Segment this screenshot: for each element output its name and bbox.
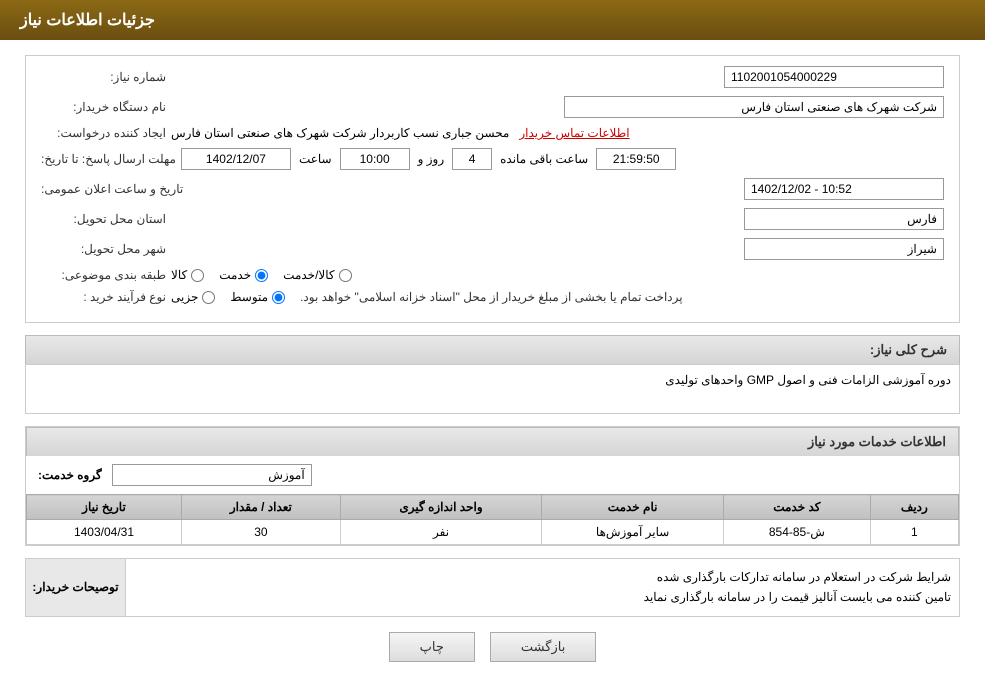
province-row: استان محل تحویل:: [41, 208, 944, 230]
buyer-notes-line2: تامین کننده می بایست آنالیز قیمت را در س…: [134, 587, 951, 607]
purchase-medium[interactable]: متوسط: [230, 290, 285, 304]
partial-label: جزیی: [171, 290, 198, 304]
both-label: کالا/خدمت: [283, 268, 334, 282]
category-option-both[interactable]: کالا/خدمت: [283, 268, 351, 282]
contact-link[interactable]: اطلاعات تماس خریدار: [519, 126, 629, 140]
back-button[interactable]: بازگشت: [490, 632, 596, 662]
service-info-title: اطلاعات خدمات مورد نیاز: [26, 427, 959, 456]
col-service-name: نام خدمت: [542, 495, 724, 520]
category-row: طبقه بندی موضوعی: کالا خدمت کالا/خدمت: [41, 268, 944, 282]
button-row: بازگشت چاپ: [25, 632, 960, 662]
need-info-section: شماره نیاز: نام دستگاه خریدار: ایجاد کنن…: [25, 55, 960, 323]
col-service-code: کد خدمت: [723, 495, 870, 520]
need-desc-content: دوره آموزشی الزامات فنی و اصول GMP واحده…: [25, 364, 960, 414]
need-number-input[interactable]: [724, 66, 944, 88]
announce-input[interactable]: [744, 178, 944, 200]
col-quantity: تعداد / مقدار: [181, 495, 340, 520]
both-radio[interactable]: [339, 269, 352, 282]
purchase-desc: پرداخت تمام یا بخشی از مبلغ خریدار از مح…: [300, 290, 683, 304]
cell-service-name: سایر آموزش‌ها: [542, 520, 724, 545]
deadline-date-input[interactable]: [181, 148, 291, 170]
need-desc-title: شرح کلی نیاز:: [25, 335, 960, 364]
buyer-notes-line1: شرایط شرکت در استعلام در سامانه تدارکات …: [134, 567, 951, 587]
buyer-notes-content: شرایط شرکت در استعلام در سامانه تدارکات …: [126, 559, 959, 616]
purchase-type-label: نوع فرآیند خرید :: [41, 290, 171, 304]
buyer-org-label: نام دستگاه خریدار:: [41, 100, 171, 114]
page-title: جزئیات اطلاعات نیاز: [20, 12, 155, 29]
cell-quantity: 30: [181, 520, 340, 545]
category-option-service[interactable]: خدمت: [219, 268, 268, 282]
buyer-org-row: نام دستگاه خریدار:: [41, 96, 944, 118]
creator-row: ایجاد کننده درخواست: محسن جباری نسب کارب…: [41, 126, 944, 140]
purchase-type-value: جزیی متوسط پرداخت تمام یا بخشی از مبلغ خ…: [171, 290, 944, 304]
table-header-row: ردیف کد خدمت نام خدمت واحد اندازه گیری ت…: [27, 495, 959, 520]
service-group-row: گروه خدمت:: [26, 456, 959, 494]
medium-label: متوسط: [230, 290, 268, 304]
table-row: 1 ش-85-854 سایر آموزش‌ها نفر 30 1403/04/…: [27, 520, 959, 545]
city-input[interactable]: [744, 238, 944, 260]
service-table: ردیف کد خدمت نام خدمت واحد اندازه گیری ت…: [26, 494, 959, 545]
need-desc-text: دوره آموزشی الزامات فنی و اصول GMP واحده…: [665, 373, 951, 387]
need-number-row: شماره نیاز:: [41, 66, 944, 88]
deadline-row: مهلت ارسال پاسخ: تا تاریخ: ساعت روز و سا…: [41, 148, 944, 170]
col-date: تاریخ نیاز: [27, 495, 182, 520]
time-label: ساعت: [299, 152, 332, 166]
city-row: شهر محل تحویل:: [41, 238, 944, 260]
remaining-time-input[interactable]: [596, 148, 676, 170]
purchase-type-row: نوع فرآیند خرید : جزیی متوسط: [41, 290, 944, 304]
col-row-num: ردیف: [870, 495, 958, 520]
group-input[interactable]: [112, 464, 312, 486]
group-label: گروه خدمت:: [38, 468, 102, 482]
goods-radio[interactable]: [191, 269, 204, 282]
city-value: [171, 238, 944, 260]
service-radio[interactable]: [255, 269, 268, 282]
announce-value: [188, 178, 944, 200]
category-options: کالا خدمت کالا/خدمت: [171, 268, 944, 282]
main-container: جزئیات اطلاعات نیاز شماره نیاز: نام دستگ…: [0, 0, 985, 692]
creator-text: محسن جباری نسب کاربردار شرکت شهرک های صن…: [171, 126, 509, 140]
cell-date: 1403/04/31: [27, 520, 182, 545]
announce-row: تاریخ و ساعت اعلان عمومی:: [41, 178, 944, 200]
remaining-label: ساعت باقی مانده: [500, 152, 588, 166]
cell-service-code: ش-85-854: [723, 520, 870, 545]
city-label: شهر محل تحویل:: [41, 242, 171, 256]
days-input[interactable]: [452, 148, 492, 170]
medium-radio[interactable]: [272, 291, 285, 304]
announce-label: تاریخ و ساعت اعلان عمومی:: [41, 182, 188, 196]
province-label: استان محل تحویل:: [41, 212, 171, 226]
province-input[interactable]: [744, 208, 944, 230]
print-button[interactable]: چاپ: [389, 632, 475, 662]
service-label: خدمت: [219, 268, 251, 282]
buyer-org-input[interactable]: [564, 96, 944, 118]
category-option-goods[interactable]: کالا: [171, 268, 204, 282]
province-value: [171, 208, 944, 230]
deadline-label: مهلت ارسال پاسخ: تا تاریخ:: [41, 152, 181, 166]
cell-row-num: 1: [870, 520, 958, 545]
creator-label: ایجاد کننده درخواست:: [41, 126, 171, 140]
buyer-notes-section: توصیحات خریدار: شرایط شرکت در استعلام در…: [25, 558, 960, 617]
deadline-value: ساعت روز و ساعت باقی مانده: [181, 148, 944, 170]
category-label: طبقه بندی موضوعی:: [41, 268, 171, 282]
deadline-time-input[interactable]: [340, 148, 410, 170]
need-number-label: شماره نیاز:: [41, 70, 171, 84]
buyer-org-value: [171, 96, 944, 118]
need-number-value: [171, 66, 944, 88]
purchase-radio-group: جزیی متوسط: [171, 290, 285, 304]
buyer-notes-label: توصیحات خریدار:: [26, 559, 126, 616]
service-info-section: اطلاعات خدمات مورد نیاز گروه خدمت: ردیف …: [25, 426, 960, 546]
col-unit: واحد اندازه گیری: [340, 495, 541, 520]
page-header: جزئیات اطلاعات نیاز: [0, 0, 985, 40]
partial-radio[interactable]: [202, 291, 215, 304]
days-label: روز و: [418, 152, 445, 166]
creator-value: محسن جباری نسب کاربردار شرکت شهرک های صن…: [171, 126, 944, 140]
purchase-partial[interactable]: جزیی: [171, 290, 215, 304]
need-desc-section: شرح کلی نیاز: دوره آموزشی الزامات فنی و …: [25, 335, 960, 414]
cell-unit: نفر: [340, 520, 541, 545]
goods-label: کالا: [171, 268, 187, 282]
